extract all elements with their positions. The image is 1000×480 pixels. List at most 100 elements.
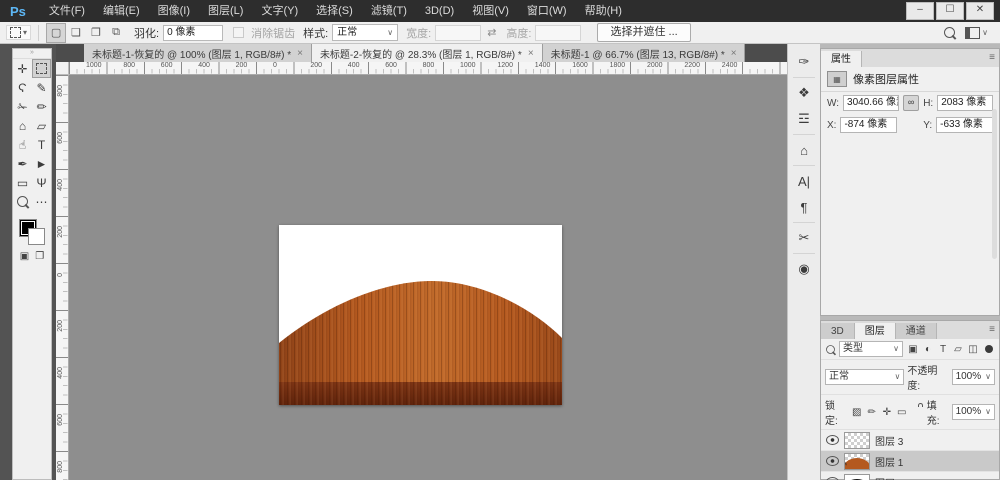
opacity-select[interactable]: 100% ∨ bbox=[952, 369, 995, 385]
close-tab-icon[interactable]: × bbox=[528, 48, 534, 59]
background-color-swatch[interactable] bbox=[28, 228, 45, 245]
layer-row[interactable]: ✎图层 1 bbox=[821, 451, 999, 472]
layer-row[interactable]: 图层 2 bbox=[821, 472, 999, 480]
libraries-panel-icon[interactable]: ◉ bbox=[792, 257, 816, 281]
maximize-button[interactable]: ☐ bbox=[936, 2, 964, 20]
panel-menu-icon[interactable]: ≡ bbox=[989, 324, 995, 335]
layer-height-input[interactable]: 2083 像素 bbox=[937, 95, 993, 111]
menu-item-e[interactable]: 编辑(E) bbox=[94, 0, 149, 22]
move-tool[interactable]: ✛ bbox=[13, 59, 32, 78]
separator bbox=[793, 165, 815, 166]
type-tool[interactable]: T bbox=[32, 135, 51, 154]
feather-input[interactable]: 0 像素 bbox=[163, 25, 223, 41]
visibility-eye-icon[interactable] bbox=[826, 456, 839, 466]
lock-position-icon[interactable]: ✛ bbox=[880, 407, 894, 418]
select-and-mask-button[interactable]: 选择并遮住 ... bbox=[597, 23, 690, 42]
visibility-eye-icon[interactable] bbox=[826, 435, 839, 445]
rectangular-marquee-tool[interactable] bbox=[32, 59, 51, 78]
menu-item-f[interactable]: 文件(F) bbox=[40, 0, 94, 22]
style-select[interactable]: 正常 ∨ bbox=[332, 24, 398, 41]
eyedropper-tool[interactable]: ✁ bbox=[13, 97, 32, 116]
adjustments-panel-icon[interactable]: ☲ bbox=[792, 107, 816, 131]
filter-pixel-layers-icon[interactable]: ▣ bbox=[906, 344, 920, 355]
lasso-tool[interactable]: Ϛ bbox=[13, 78, 32, 97]
layer-x-input[interactable]: -874 像素 bbox=[840, 117, 897, 133]
menu-item-w[interactable]: 窗口(W) bbox=[518, 0, 576, 22]
path-selection-tool[interactable]: ► bbox=[32, 154, 51, 173]
blend-mode-select[interactable]: 正常 ∨ bbox=[825, 369, 904, 385]
workspace-switcher[interactable]: ∨ bbox=[965, 27, 988, 39]
brush-tool[interactable]: ✏ bbox=[32, 97, 51, 116]
canvas-viewport[interactable] bbox=[69, 75, 787, 480]
tab-通道[interactable]: 通道 bbox=[896, 323, 937, 339]
menu-item-dd[interactable]: 3D(D) bbox=[416, 0, 463, 22]
pen-tool[interactable]: ✒ bbox=[13, 154, 32, 173]
menu-item-y[interactable]: 文字(Y) bbox=[252, 0, 307, 22]
layer-width-input[interactable]: 3040.66 像素 bbox=[843, 95, 899, 111]
zoom-tool[interactable] bbox=[13, 192, 32, 211]
horizontal-ruler[interactable]: 1000800600400200020040060080010001200140… bbox=[69, 62, 787, 75]
paragraph-panel-icon[interactable]: ¶ bbox=[792, 195, 816, 219]
vertical-ruler[interactable]: 80060040020002004006008001000 bbox=[56, 75, 69, 480]
swap-dimensions-icon[interactable]: ⇄ bbox=[487, 26, 496, 39]
menu-item-s[interactable]: 选择(S) bbox=[307, 0, 362, 22]
menu-item-v[interactable]: 视图(V) bbox=[463, 0, 518, 22]
width-input[interactable] bbox=[435, 25, 481, 41]
eraser-tool[interactable]: ▱ bbox=[32, 116, 51, 135]
quick-mask-button[interactable]: ▣ bbox=[20, 251, 29, 262]
smudge-tool[interactable]: ☝ bbox=[13, 135, 32, 154]
filter-type-select[interactable]: 类型 ∨ bbox=[839, 341, 903, 357]
tab-properties[interactable]: 属性 bbox=[821, 51, 862, 67]
menu-item-l[interactable]: 图层(L) bbox=[199, 0, 252, 22]
lock-transparent-pixels-icon[interactable]: ▨ bbox=[850, 407, 864, 418]
brush-settings-panel-icon[interactable]: ✑ bbox=[792, 50, 816, 74]
minimize-button[interactable]: – bbox=[906, 2, 934, 20]
menu-item-i[interactable]: 图像(I) bbox=[149, 0, 199, 22]
lock-artboard-icon[interactable]: ▭ bbox=[895, 407, 909, 418]
close-tab-icon[interactable]: × bbox=[731, 48, 737, 59]
layer-y-input[interactable]: -633 像素 bbox=[936, 117, 993, 133]
clone-stamp-tool[interactable]: ⌂ bbox=[13, 116, 32, 135]
current-tool-preset[interactable]: ▾ bbox=[6, 25, 31, 40]
document-tab-2[interactable]: 未标题-2-恢复的 @ 28.3% (图层 1, RGB/8#) *× bbox=[312, 44, 543, 62]
hand-tool[interactable]: Ψ bbox=[32, 173, 51, 192]
search-icon[interactable] bbox=[944, 27, 955, 38]
screen-mode-button[interactable]: ❐ bbox=[35, 251, 44, 262]
character-panel-icon[interactable]: A| bbox=[792, 169, 816, 193]
tool-presets-panel-icon[interactable]: ✂ bbox=[792, 226, 816, 250]
link-dimensions-icon[interactable]: ∞ bbox=[903, 95, 919, 111]
panel-menu-icon[interactable]: ≡ bbox=[989, 52, 995, 63]
document-tab-1[interactable]: 未标题-1-恢复的 @ 100% (图层 1, RGB/8#) *× bbox=[84, 44, 312, 62]
filter-smart-objects-icon[interactable]: ◫ bbox=[966, 344, 980, 355]
lock-row: 锁定: ▨✏✛▭ 填充: 100% ∨ bbox=[821, 395, 999, 430]
edit-toolbar[interactable]: ⋯ bbox=[32, 192, 51, 211]
document-tab-3[interactable]: 未标题-1 @ 66.7% (图层 13, RGB/8#) *× bbox=[543, 44, 745, 62]
height-input[interactable] bbox=[535, 25, 581, 41]
new-selection-button[interactable]: ▢ bbox=[46, 23, 66, 43]
shape-tool[interactable]: ▭ bbox=[13, 173, 32, 192]
layer-row[interactable]: 图层 3 bbox=[821, 430, 999, 451]
clone-source-panel-icon[interactable]: ⌂ bbox=[792, 138, 816, 162]
tab-图层[interactable]: 图层 bbox=[855, 323, 896, 339]
swatches-panel-icon[interactable]: ❖ bbox=[792, 81, 816, 105]
intersect-selection-button[interactable]: ⧉ bbox=[106, 23, 126, 43]
filter-adjustment-layers-icon[interactable]: ◐ bbox=[921, 344, 935, 355]
close-button[interactable]: ✕ bbox=[966, 2, 994, 20]
filter-shape-layers-icon[interactable]: ▱ bbox=[951, 344, 965, 355]
fill-select[interactable]: 100% ∨ bbox=[952, 404, 995, 420]
subtract-from-selection-button[interactable]: ❐ bbox=[86, 23, 106, 43]
scrollbar[interactable] bbox=[992, 109, 997, 259]
filter-toggle-icon[interactable] bbox=[985, 345, 993, 353]
quick-selection-tool[interactable]: ✎ bbox=[32, 78, 51, 97]
lock-image-pixels-icon[interactable]: ✏ bbox=[865, 407, 879, 418]
menu-item-t[interactable]: 滤镜(T) bbox=[362, 0, 416, 22]
menu-item-h[interactable]: 帮助(H) bbox=[576, 0, 631, 22]
lock-all-icon[interactable] bbox=[910, 407, 924, 418]
canvas[interactable] bbox=[279, 225, 562, 405]
add-to-selection-button[interactable]: ❏ bbox=[66, 23, 86, 43]
toolbar-grip[interactable]: » bbox=[13, 49, 51, 59]
tab-3d[interactable]: 3D bbox=[821, 323, 855, 339]
close-tab-icon[interactable]: × bbox=[297, 48, 303, 59]
antialias-checkbox[interactable] bbox=[233, 27, 244, 38]
filter-type-layers-icon[interactable]: T bbox=[936, 344, 950, 355]
